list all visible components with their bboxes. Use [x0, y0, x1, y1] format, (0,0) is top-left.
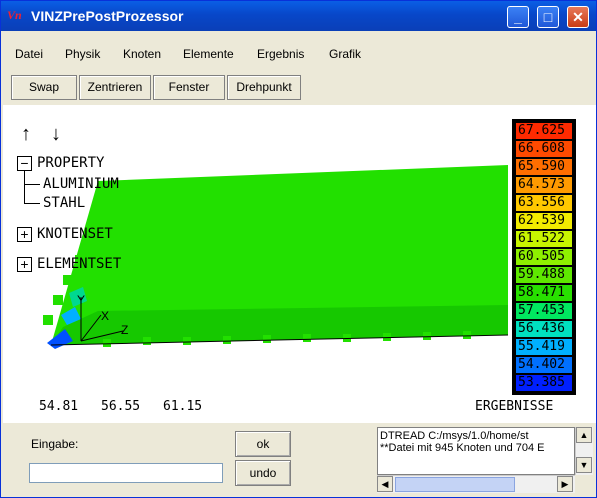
fenster-button[interactable]: Fenster [153, 75, 225, 100]
app-window: Vn VINZPrePostProzessor _ □ ✕ Datei Phys… [0, 0, 597, 498]
readout-1: 54.81 [39, 399, 79, 414]
legend-title: ERGEBNISSE [475, 399, 554, 414]
tree-item-aluminium[interactable]: ALUMINIUM [43, 176, 119, 192]
arrow-up-icon[interactable]: ↑ [21, 123, 31, 146]
legend-entry: 61.522 [516, 231, 572, 247]
swap-button[interactable]: Swap [11, 75, 77, 100]
menu-grafik[interactable]: Grafik [329, 47, 361, 61]
log-line: **Datei mit 945 Knoten und 704 E [380, 442, 545, 454]
legend-entry: 57.453 [516, 303, 572, 319]
tree-line [24, 171, 25, 203]
undo-button[interactable]: undo [235, 460, 291, 486]
menu-datei[interactable]: Datei [15, 47, 43, 61]
collapse-property-icon[interactable]: − [17, 156, 32, 171]
menu-bar: Datei Physik Knoten Elemente Ergebnis Gr… [1, 43, 596, 67]
arrow-down-icon[interactable]: ↓ [51, 123, 61, 146]
scroll-thumb[interactable] [395, 477, 515, 492]
eingabe-label: Eingabe: [31, 437, 79, 451]
vertical-scrollbar[interactable]: ▲ ▼ [575, 427, 593, 475]
close-icon[interactable]: ✕ [567, 6, 589, 28]
tree-item-elementset[interactable]: ELEMENTSET [37, 256, 121, 272]
scroll-left-icon[interactable]: ◀ [377, 476, 393, 492]
legend-entry: 55.419 [516, 339, 572, 355]
drehpunkt-button[interactable]: Drehpunkt [227, 75, 301, 100]
legend-entry: 65.590 [516, 159, 572, 175]
legend-entry: 62.539 [516, 213, 572, 229]
tree-line [24, 184, 40, 185]
viewport-canvas[interactable]: Y X Z ↑ ↓ − PROPERTY ALUMINIUM STAHL + K… [3, 105, 596, 423]
y-axis-label: Y [77, 293, 86, 307]
tree-line [24, 203, 40, 204]
menu-elemente[interactable]: Elemente [183, 47, 234, 61]
menu-physik[interactable]: Physik [65, 47, 100, 61]
legend-entry: 63.556 [516, 195, 572, 211]
readout-3: 61.15 [163, 399, 203, 414]
tree-item-property[interactable]: PROPERTY [37, 155, 104, 171]
legend-entry: 58.471 [516, 285, 572, 301]
legend-entry: 66.608 [516, 141, 572, 157]
z-axis-label: Z [121, 323, 129, 337]
app-icon: Vn [7, 8, 22, 22]
input-panel: Eingabe: ok undo DTREAD C:/msys/1.0/home… [1, 423, 596, 497]
minimize-icon[interactable]: _ [507, 6, 529, 28]
log-line: DTREAD C:/msys/1.0/home/st [380, 430, 529, 442]
legend-entry: 59.488 [516, 267, 572, 283]
tree-item-knotenset[interactable]: KNOTENSET [37, 226, 113, 242]
log-output[interactable]: DTREAD C:/msys/1.0/home/st **Datei mit 9… [377, 427, 575, 475]
horizontal-scrollbar[interactable]: ◀ ▶ [377, 475, 575, 493]
scroll-down-icon[interactable]: ▼ [576, 457, 592, 473]
x-axis-label: X [101, 309, 110, 323]
toolbar: Swap Zentrieren Fenster Drehpunkt [1, 73, 596, 103]
tree-item-stahl[interactable]: STAHL [43, 195, 85, 211]
menu-knoten[interactable]: Knoten [123, 47, 161, 61]
legend-entry: 53.385 [516, 375, 572, 391]
eingabe-input[interactable] [29, 463, 223, 483]
title-bar: Vn VINZPrePostProzessor _ □ ✕ [1, 1, 596, 31]
scroll-right-icon[interactable]: ▶ [557, 476, 573, 492]
ok-button[interactable]: ok [235, 431, 291, 457]
scroll-up-icon[interactable]: ▲ [576, 427, 592, 443]
legend-entry: 56.436 [516, 321, 572, 337]
legend-entry: 64.573 [516, 177, 572, 193]
maximize-icon[interactable]: □ [537, 6, 559, 28]
legend-entry: 60.505 [516, 249, 572, 265]
legend-entry: 54.402 [516, 357, 572, 373]
expand-knotenset-icon[interactable]: + [17, 227, 32, 242]
readout-2: 56.55 [101, 399, 141, 414]
color-legend: 67.625 66.608 65.590 64.573 63.556 62.539 61.5… [512, 119, 576, 395]
menu-ergebnis[interactable]: Ergebnis [257, 47, 304, 61]
legend-entry: 67.625 [516, 123, 572, 139]
window-title: VINZPrePostProzessor [31, 8, 184, 24]
expand-elementset-icon[interactable]: + [17, 257, 32, 272]
zentrieren-button[interactable]: Zentrieren [79, 75, 151, 100]
